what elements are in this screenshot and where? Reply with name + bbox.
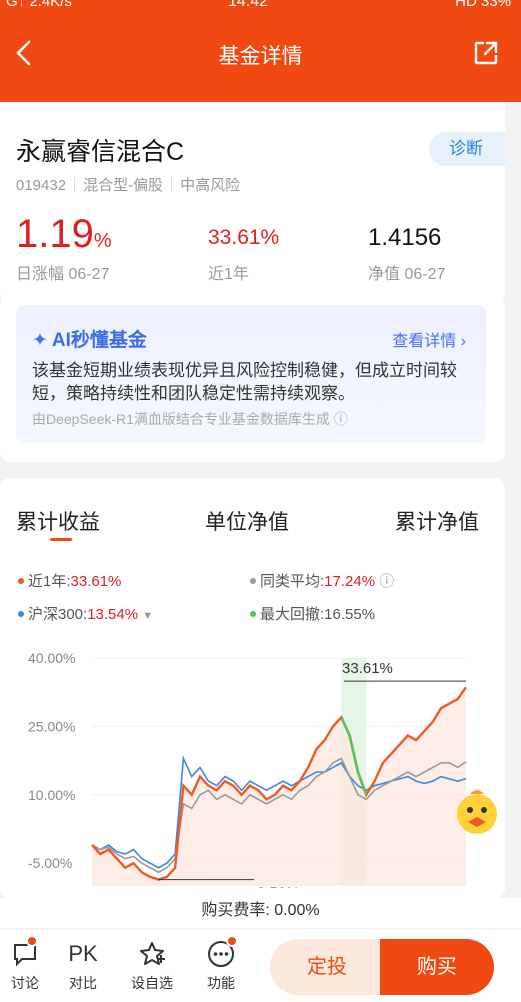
page-title: 基金详情 — [218, 45, 303, 68]
max-label: 33.61% — [342, 660, 393, 677]
ai-text: 该基金短期业绩表现优异且风险控制稳健，但成立时间较短，策略持续性和团队稳定性需持… — [32, 361, 457, 403]
fund-meta: 019432 混合型-偏股 中高风险 — [16, 174, 240, 195]
fund-name: 永赢睿信混合C — [16, 138, 185, 166]
legend-fund: 近1年:33.61% — [18, 570, 121, 591]
discuss-button[interactable]: 讨论 — [0, 939, 50, 993]
tab-unit-nav[interactable]: 单位净值 — [205, 506, 289, 536]
diagnose-button[interactable]: 诊断 — [429, 132, 505, 166]
performance-card: 累计收益 单位净值 累计净值 近1年:33.61% 同类平均:17.24% ⓘ … — [0, 478, 505, 898]
share-icon[interactable] — [473, 40, 499, 66]
legend-dot — [250, 611, 256, 617]
functions-button[interactable]: 功能 — [196, 939, 246, 993]
daily-change-metric: 1.19% 日涨幅 06-27 — [16, 212, 112, 283]
status-battery: HD 33% — [455, 0, 511, 10]
min-label: -8.59% — [252, 885, 300, 888]
y-tick-label: 25.00% — [28, 718, 75, 734]
nav-label: 净值 06-27 — [368, 266, 446, 283]
tab-cumulative-return[interactable]: 累计收益 — [16, 506, 100, 536]
year-return-metric: 33.61% 近1年 — [208, 226, 280, 283]
year-return-label: 近1年 — [208, 266, 249, 283]
legend-peer: 同类平均:17.24% ⓘ — [250, 570, 394, 591]
header-bar: G↑ 2.4K/s 14:42 HD 33% 基金详情 — [0, 0, 521, 102]
sparkle-icon: ✦ — [32, 330, 48, 351]
nav-value: 1.4156 — [368, 224, 442, 251]
legend-index[interactable]: 沪深300:13.54% ▼ — [18, 603, 153, 624]
legend-drawdown: 最大回撤:16.55% — [250, 603, 375, 624]
notification-dot — [26, 935, 38, 947]
tab-indicator — [50, 538, 72, 541]
ai-source: 由DeepSeek-R1满血版结合专业基金数据库生成 ⓘ — [32, 411, 348, 427]
year-return-value: 33.61% — [208, 226, 280, 249]
return-chart[interactable]: 40.00% 25.00% 10.00% -5.00% 33.61% -8.59% — [14, 646, 505, 888]
fund-summary-card: 永赢睿信混合C 诊断 019432 混合型-偏股 中高风险 1.19% 日涨幅 06… — [0, 102, 505, 302]
y-tick-label: 10.00% — [28, 787, 75, 803]
star-icon — [140, 942, 165, 965]
legend-dot — [18, 611, 24, 617]
notification-dot — [226, 935, 238, 947]
dingtou-button[interactable]: 定投 — [270, 939, 384, 995]
status-time: 14:42 — [228, 0, 269, 10]
nav-metric: 1.4156 净值 06-27 — [368, 224, 445, 283]
buy-button[interactable]: 购买 — [380, 939, 494, 995]
legend-dot — [18, 578, 24, 584]
daily-change-label: 日涨幅 06-27 — [16, 266, 110, 283]
fund-area — [92, 687, 466, 886]
status-network: G↑ 2.4K/s — [6, 0, 72, 10]
fund-risk: 中高风险 — [180, 177, 241, 194]
y-tick-label: 40.00% — [28, 650, 75, 666]
legend-dot — [250, 578, 256, 584]
ai-summary-card[interactable]: ✦ AI秒懂基金 查看详情 › 该基金短期业绩表现优异且风险控制稳健，但成立时间较… — [16, 305, 486, 443]
fund-type: 混合型-偏股 — [83, 177, 164, 194]
ai-more-link[interactable]: 查看详情 › — [392, 327, 466, 351]
fee-bar: 购买费率: 0.00% — [0, 898, 521, 928]
info-icon[interactable]: ⓘ — [379, 573, 394, 590]
bottom-bar: 讨论 PK 对比 设自选 功能 定投 购买 — [0, 928, 521, 1002]
status-bar: G↑ 2.4K/s 14:42 HD 33% — [0, 0, 521, 12]
dropdown-arrow-icon[interactable]: ▼ — [142, 610, 153, 622]
ai-title: ✦ AI秒懂基金 — [32, 330, 147, 351]
compare-button[interactable]: PK 对比 — [58, 939, 108, 993]
tab-cumulative-nav[interactable]: 累计净值 — [395, 506, 479, 536]
mascot-icon[interactable] — [450, 784, 504, 838]
daily-change-value: 1.19% — [16, 212, 112, 256]
fund-code: 019432 — [16, 177, 67, 194]
pk-icon: PK — [68, 941, 98, 966]
y-tick-label: -5.00% — [28, 855, 72, 871]
watchlist-button[interactable]: 设自选 — [127, 939, 177, 993]
